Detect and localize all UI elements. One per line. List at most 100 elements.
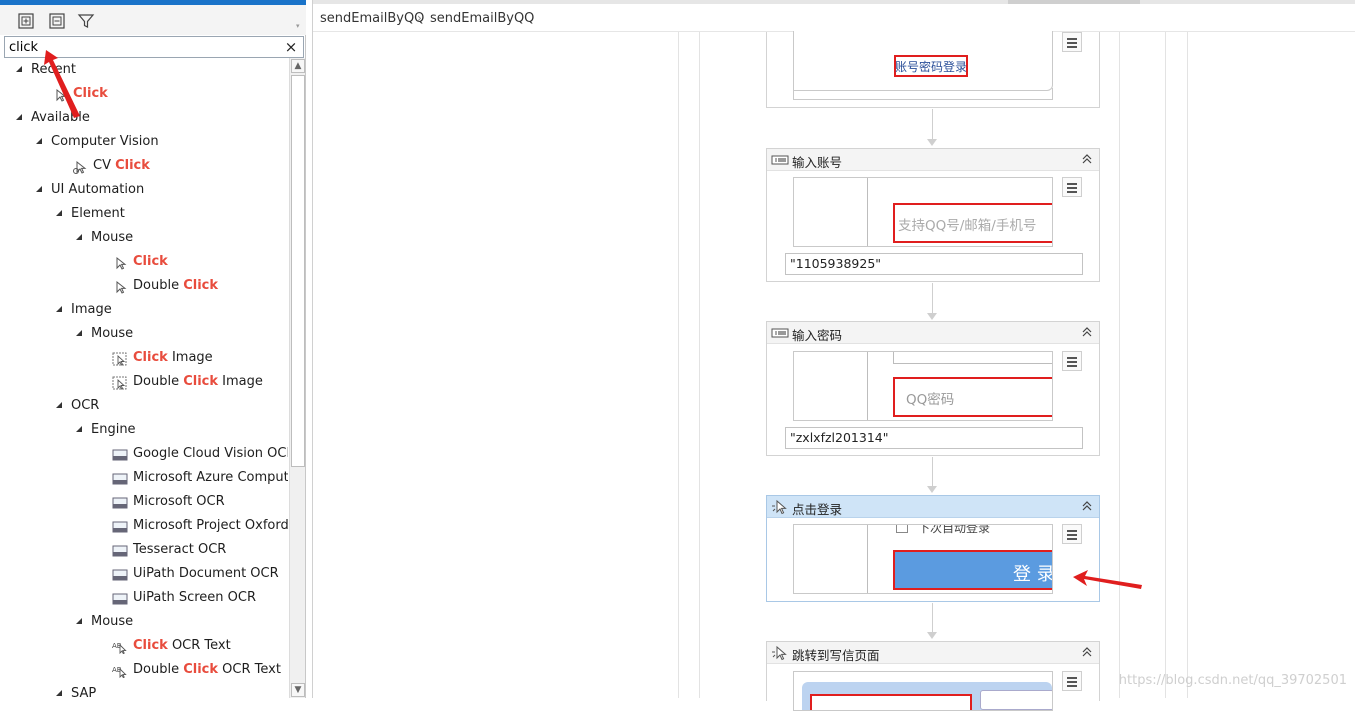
screenshot-frame bbox=[793, 88, 1053, 100]
tree-item-label: Microsoft Azure Computer bbox=[133, 470, 288, 485]
activity-type-password[interactable]: 输入密码 QQ密码 "zxlxfzl201314" bbox=[766, 321, 1100, 456]
expand-triangle-icon[interactable] bbox=[76, 226, 84, 250]
text-value-field[interactable]: "1105938925" bbox=[785, 253, 1083, 275]
flow-connector bbox=[932, 457, 933, 486]
flow-arrow-icon bbox=[927, 486, 937, 493]
screenshot-divider bbox=[867, 178, 868, 246]
breadcrumb: sendEmailByQQ › sendEmailByQQ bbox=[313, 6, 1355, 32]
activities-panel: ▾ × Recent Click Available Computer Visi… bbox=[0, 0, 306, 698]
expand-triangle-icon[interactable] bbox=[56, 394, 64, 418]
login-button-text: 登 录 bbox=[1013, 564, 1053, 585]
target-screenshot: QQ密码 bbox=[793, 351, 1053, 421]
tree-item-label: Click bbox=[133, 254, 168, 269]
target-highlight bbox=[810, 694, 972, 710]
expand-triangle-icon[interactable] bbox=[16, 106, 24, 130]
activity-click-account-login[interactable]: 账号密码登录 bbox=[766, 31, 1100, 108]
tree-item-label: Microsoft Project Oxford O bbox=[133, 518, 288, 533]
tree-item-label: Click OCR Text bbox=[133, 638, 231, 653]
target-screenshot: 支持QQ号/邮箱/手机号 bbox=[793, 177, 1053, 247]
activity-title: 点击登录 bbox=[792, 502, 843, 517]
expand-triangle-icon[interactable] bbox=[36, 130, 44, 154]
target-placeholder-text: 支持QQ号/邮箱/手机号 bbox=[898, 218, 1037, 234]
double-click-activity-icon bbox=[112, 279, 128, 294]
expand-triangle-icon[interactable] bbox=[56, 298, 64, 322]
type-into-icon bbox=[771, 325, 789, 341]
sequence-border bbox=[1165, 32, 1166, 698]
expand-triangle-icon[interactable] bbox=[56, 202, 64, 226]
workflow-designer: sendEmailByQQ › sendEmailByQQ 账号密码登录 输入账… bbox=[312, 0, 1355, 711]
activity-type-account[interactable]: 输入账号 支持QQ号/邮箱/手机号 "1105938925" bbox=[766, 148, 1100, 282]
expand-triangle-icon[interactable] bbox=[56, 682, 64, 698]
activities-toolbar: ▾ bbox=[0, 5, 306, 35]
target-screenshot: 下次自动登录 登 录 bbox=[793, 524, 1053, 594]
annotation-arrow-icon bbox=[1073, 570, 1142, 589]
activity-menu-icon[interactable] bbox=[1062, 524, 1082, 544]
tree-node-label: Element bbox=[71, 206, 125, 221]
sequence-border bbox=[1187, 32, 1188, 698]
expand-triangle-icon[interactable] bbox=[76, 418, 84, 442]
chevron-up-icon: ▲ bbox=[294, 61, 302, 71]
tree-node-label: Computer Vision bbox=[51, 134, 159, 149]
activity-header[interactable]: 点击登录 bbox=[767, 496, 1099, 518]
ocr-engine-icon bbox=[112, 495, 128, 509]
tree-node-label: Image bbox=[71, 302, 112, 317]
tree-node-label: Mouse bbox=[91, 230, 134, 245]
filter-icon[interactable] bbox=[76, 11, 96, 31]
scroll-down-button[interactable]: ▼ bbox=[291, 683, 305, 697]
expand-triangle-icon[interactable] bbox=[76, 322, 84, 346]
activity-title: 输入账号 bbox=[792, 155, 843, 170]
expand-triangle-icon[interactable] bbox=[36, 178, 44, 202]
activity-menu-icon[interactable] bbox=[1062, 32, 1082, 52]
collapse-chevron-icon[interactable] bbox=[1081, 153, 1093, 165]
expand-all-icon[interactable] bbox=[16, 11, 36, 31]
panel-resize-glyph: ▾ bbox=[296, 22, 300, 30]
flow-connector bbox=[932, 109, 933, 139]
breadcrumb-item[interactable]: sendEmailByQQ bbox=[320, 11, 424, 26]
tree-node-label: UI Automation bbox=[51, 182, 145, 197]
flow-arrow-icon bbox=[927, 139, 937, 146]
collapse-all-icon[interactable] bbox=[47, 11, 67, 31]
tree-item-label: Double Click bbox=[133, 278, 219, 293]
target-screenshot: 账号密码登录 bbox=[793, 31, 1053, 91]
activity-menu-icon[interactable] bbox=[1062, 351, 1082, 371]
designer-tab-indicator bbox=[1008, 0, 1140, 4]
activity-header[interactable]: 跳转到写信页面 bbox=[767, 642, 1099, 664]
activity-header[interactable]: 输入账号 bbox=[767, 149, 1099, 171]
activity-menu-icon[interactable] bbox=[1062, 671, 1082, 691]
tree-scrollbar[interactable]: ▲ ▼ bbox=[289, 58, 305, 698]
target-fragment bbox=[980, 690, 1052, 710]
tree-node-label: SAP bbox=[71, 686, 97, 698]
clear-search-icon[interactable]: × bbox=[283, 37, 299, 57]
collapse-chevron-icon[interactable] bbox=[1081, 326, 1093, 338]
breadcrumb-item[interactable]: sendEmailByQQ bbox=[430, 11, 534, 26]
text-value-field[interactable]: "zxlxfzl201314" bbox=[785, 427, 1083, 449]
breadcrumb-separator-icon: › bbox=[417, 11, 422, 25]
click-activity-icon bbox=[771, 499, 789, 515]
activity-header[interactable]: 输入密码 bbox=[767, 322, 1099, 344]
flow-connector bbox=[932, 603, 933, 632]
activity-title: 输入密码 bbox=[792, 328, 843, 343]
chevron-down-icon: ▼ bbox=[294, 685, 302, 695]
double-click-ocr-text-icon: AB bbox=[112, 663, 128, 679]
collapse-chevron-icon[interactable] bbox=[1081, 500, 1093, 512]
tree-item-label: Double Click Image bbox=[133, 374, 263, 389]
activity-menu-icon[interactable] bbox=[1062, 177, 1082, 197]
activity-click-login[interactable]: 点击登录 下次自动登录 登 录 bbox=[766, 495, 1100, 602]
collapse-chevron-icon[interactable] bbox=[1081, 646, 1093, 658]
checkbox-fragment bbox=[896, 525, 908, 533]
scroll-up-button[interactable]: ▲ bbox=[291, 59, 305, 73]
tree-item-label: UiPath Document OCR bbox=[133, 566, 279, 581]
activity-title: 跳转到写信页面 bbox=[792, 648, 880, 663]
tree-item-label: Double Click OCR Text bbox=[133, 662, 281, 677]
activity-goto-compose[interactable]: 跳转到写信页面 bbox=[766, 641, 1100, 711]
ocr-engine-icon bbox=[112, 471, 128, 485]
cv-click-icon bbox=[72, 159, 88, 174]
click-activity-icon bbox=[112, 255, 128, 270]
expand-triangle-icon[interactable] bbox=[16, 58, 24, 82]
tree-node-label: Mouse bbox=[91, 326, 134, 341]
tree-item-label: Microsoft OCR bbox=[133, 494, 225, 509]
scroll-thumb[interactable] bbox=[291, 75, 305, 467]
checkbox-text: 下次自动登录 bbox=[918, 524, 991, 535]
expand-triangle-icon[interactable] bbox=[76, 610, 84, 634]
flow-arrow-icon bbox=[927, 632, 937, 639]
